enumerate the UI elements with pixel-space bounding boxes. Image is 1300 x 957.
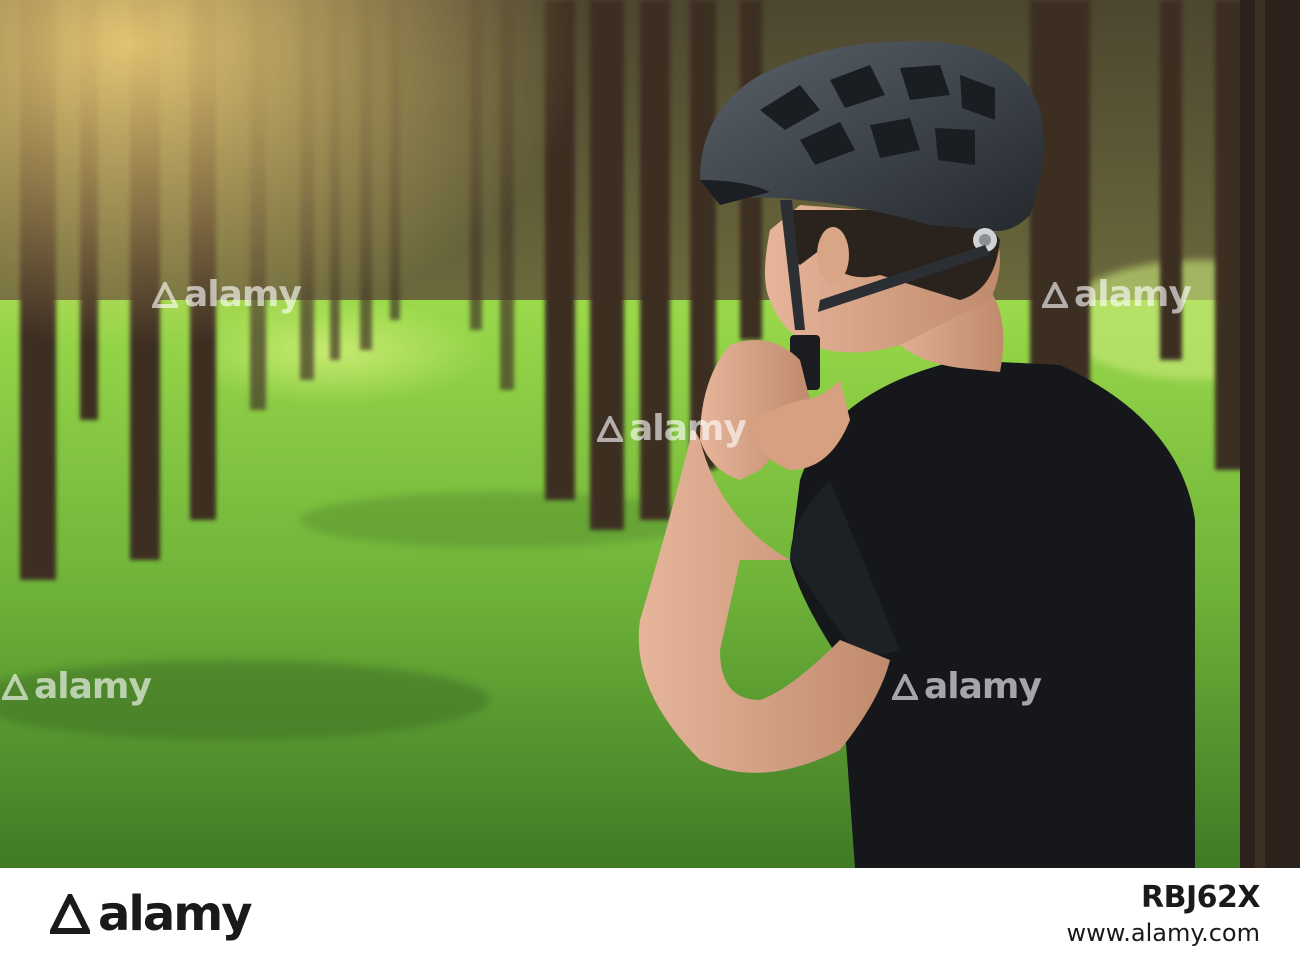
watermark: alamy [597, 408, 747, 449]
watermark: alamy [152, 274, 302, 315]
logo-text: alamy [98, 886, 253, 942]
alamy-mark-icon [892, 673, 918, 700]
site-url[interactable]: www.alamy.com [1067, 919, 1260, 947]
photo: alamy alamy alamy alamy alamy [0, 0, 1300, 868]
watermark-text: alamy [1074, 274, 1192, 315]
image-id: RBJ62X [1140, 880, 1261, 915]
alamy-mark-icon [1042, 281, 1068, 308]
alamy-mark-icon [597, 415, 623, 442]
watermark: alamy [2, 666, 152, 707]
alamy-mark-icon [152, 281, 178, 308]
watermark: alamy [892, 666, 1042, 707]
watermark-text: alamy [184, 274, 302, 315]
stock-photo-frame: alamy alamy alamy alamy alamy alamy RBJ6… [0, 0, 1300, 957]
watermark: alamy [1042, 274, 1192, 315]
image-meta: RBJ62X www.alamy.com [1067, 880, 1261, 947]
watermark-text: alamy [924, 666, 1042, 707]
watermark-text: alamy [34, 666, 152, 707]
alamy-logo: alamy [50, 886, 253, 942]
alamy-mark-icon [2, 673, 28, 700]
watermark-text: alamy [629, 408, 747, 449]
alamy-mark-icon [50, 894, 90, 934]
